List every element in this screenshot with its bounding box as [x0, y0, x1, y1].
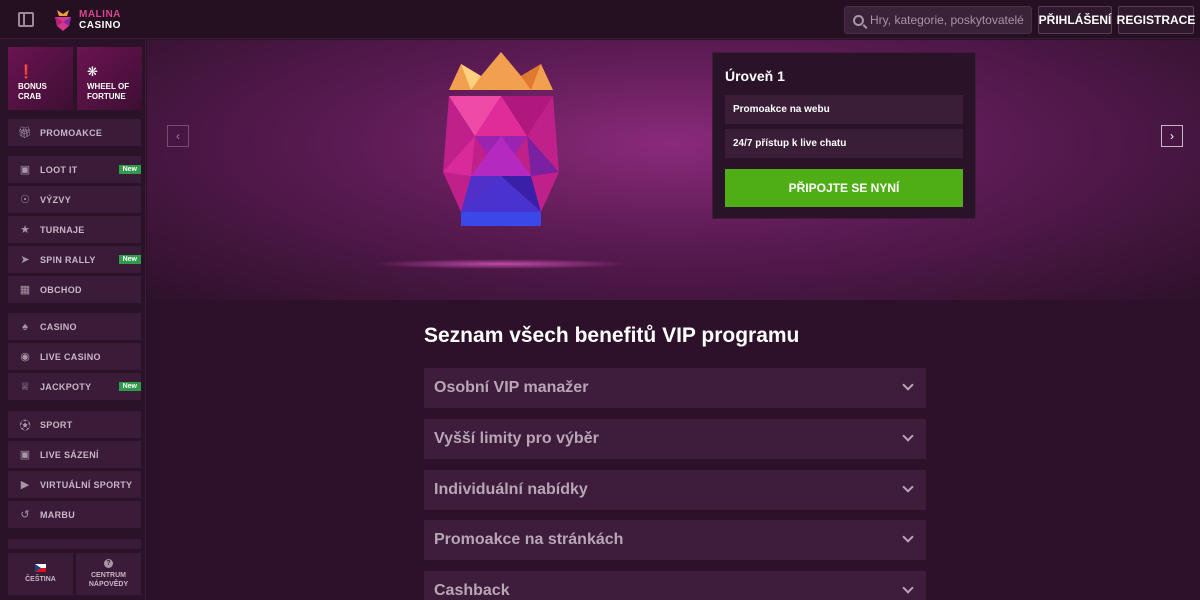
sidebar-item-jackpoty[interactable]: ♕ JACKPOTY New [8, 373, 141, 400]
accordion-item[interactable]: Promoakce na stránkách [424, 520, 926, 560]
accordion-item[interactable]: Cashback [424, 571, 926, 600]
new-badge: New [118, 255, 141, 264]
chevron-down-icon [902, 582, 914, 594]
level-title: Úroveň 1 [725, 68, 785, 84]
sidebar-item-marbu[interactable]: ↺ MARBU [8, 501, 141, 528]
sidebar-item-label: VÝZVY [40, 194, 72, 205]
carousel-next-button[interactable]: › [1161, 125, 1183, 147]
tile-bonus-crab[interactable]: ❗ BONUS CRAB [8, 47, 73, 110]
chevron-down-icon [902, 430, 914, 442]
sidebar: ❗ BONUS CRAB ❋ WHEEL OF FORTUNE 🎁︎ PROMO… [0, 39, 146, 600]
sidebar-item-live-sazeni[interactable]: ▣ LIVE SÁZENÍ [8, 441, 141, 468]
live-icon: ▣ [19, 449, 31, 461]
logo[interactable]: MALINA CASINO [52, 7, 121, 33]
virtual-icon: ▶ [20, 479, 30, 491]
sidebar-item-loot-it[interactable]: ▣ LOOT IT New [8, 156, 141, 183]
tile-label: WHEEL OF FORTUNE [87, 82, 130, 101]
chest-icon: ▣ [19, 164, 31, 176]
search-icon [853, 14, 864, 26]
accordion-item[interactable]: Osobní VIP manažer [424, 368, 926, 408]
sidebar-item-casino[interactable]: ♠ CASINO [8, 313, 141, 340]
accordion-label: Promoakce na stránkách [434, 531, 624, 548]
sidebar-item-obchod[interactable]: ▦ OBCHOD [8, 276, 141, 303]
wheel-icon: ❋ [87, 64, 98, 79]
chip-icon: ◉ [20, 351, 30, 363]
sidebar-item-label: CASINO [40, 321, 77, 332]
accordion-label: Vyšší limity pro výběr [434, 430, 599, 447]
chevron-down-icon [902, 531, 914, 543]
sidebar-item-label: LIVE CASINO [40, 351, 101, 362]
help-label: CENTRUM NÁPOVĚDY [88, 572, 129, 588]
logo-text-casino: CASINO [79, 20, 121, 31]
medal-icon: ☉ [20, 194, 30, 206]
ball-icon: ⚽︎ [19, 419, 31, 432]
shop-icon: ▦ [19, 284, 31, 296]
level-card: Úroveň 1 Promoakce na webu 24/7 přístup … [712, 52, 976, 219]
accordion-item[interactable]: Individuální nabídky [424, 470, 926, 510]
help-icon: ? [104, 559, 113, 568]
language-button[interactable]: ČEŠTINA [8, 553, 73, 595]
gift-icon: 🎁︎ [18, 127, 32, 139]
sidebar-item-vyzvy[interactable]: ☉ VÝZVY [8, 186, 141, 213]
join-now-button[interactable]: PŘIPOJTE SE NYNÍ [725, 169, 963, 207]
sidebar-item-label: VIRTUÁLNÍ SPORTY [40, 479, 133, 490]
sidebar-toggle-icon[interactable] [18, 12, 34, 27]
sidebar-item-promoakce[interactable]: 🎁︎ PROMOAKCE [8, 119, 141, 146]
chevron-down-icon [902, 379, 914, 391]
sidebar-item-label: MARBU [40, 509, 75, 520]
login-button[interactable]: PŘIHLÁŠENÍ [1038, 6, 1112, 34]
trophy-icon: ★ [20, 224, 30, 236]
sidebar-item-partial[interactable] [8, 539, 141, 549]
hero-glow [372, 259, 632, 269]
register-button[interactable]: REGISTRACE [1117, 6, 1195, 34]
search-box[interactable] [844, 6, 1032, 34]
czech-flag-icon [35, 564, 46, 572]
tile-wheel-of-fortune[interactable]: ❋ WHEEL OF FORTUNE [77, 47, 142, 110]
sidebar-item-live-casino[interactable]: ◉ LIVE CASINO [8, 343, 141, 370]
level-benefit: 24/7 přístup k live chatu [725, 129, 963, 158]
raspberry-logo-icon [55, 10, 71, 31]
sidebar-item-sport[interactable]: ⚽︎ SPORT [8, 411, 141, 438]
level-benefit: Promoakce na webu [725, 95, 963, 124]
sidebar-item-label: JACKPOTY [40, 381, 92, 392]
accordion-label: Osobní VIP manažer [434, 379, 589, 396]
benefits-title: Seznam všech benefitů VIP programu [424, 324, 800, 347]
new-badge: New [118, 382, 141, 391]
main-content: ‹ › Úroveň 1 Promoakce na webu 24/7 přís… [147, 40, 1200, 600]
top-bar: MALINA CASINO PŘIHLÁŠENÍ REGISTRACE [0, 0, 1200, 39]
accordion-label: Cashback [434, 582, 510, 599]
chevron-down-icon [902, 481, 914, 493]
accordion-label: Individuální nabídky [434, 481, 588, 498]
sidebar-item-label: SPIN RALLY [40, 254, 96, 265]
sidebar-tiles: ❗ BONUS CRAB ❋ WHEEL OF FORTUNE [8, 47, 142, 110]
help-center-button[interactable]: ? CENTRUM NÁPOVĚDY [76, 553, 141, 595]
cards-icon: ♠ [22, 320, 28, 333]
sidebar-item-label: PROMOAKCE [40, 127, 103, 138]
search-input[interactable] [870, 13, 1030, 27]
sidebar-bottom: ČEŠTINA ? CENTRUM NÁPOVĚDY [8, 553, 141, 595]
crown-icon: ♕ [20, 381, 30, 393]
sidebar-item-turnaje[interactable]: ★ TURNAJE [8, 216, 141, 243]
sidebar-item-label: SPORT [40, 419, 73, 430]
new-badge: New [118, 165, 141, 174]
chevron-left-icon: ‹ [176, 129, 180, 143]
sidebar-item-label: LIVE SÁZENÍ [40, 449, 99, 460]
sidebar-item-label: OBCHOD [40, 284, 82, 295]
tile-label: BONUS CRAB [18, 82, 47, 101]
carousel-prev-button[interactable]: ‹ [167, 125, 189, 147]
logo-text-malina: MALINA [79, 9, 121, 20]
language-label: ČEŠTINA [25, 576, 56, 583]
crab-claw-icon: ❗ [18, 64, 35, 79]
racer-icon: ➤ [20, 254, 30, 266]
sidebar-item-label: LOOT IT [40, 164, 78, 175]
raspberry-gem-icon [443, 52, 559, 226]
marbu-icon: ↺ [20, 509, 30, 521]
hero-banner: ‹ › Úroveň 1 Promoakce na webu 24/7 přís… [147, 40, 1200, 300]
sidebar-item-label: TURNAJE [40, 224, 85, 235]
accordion-item[interactable]: Vyšší limity pro výběr [424, 419, 926, 459]
sidebar-item-spin-rally[interactable]: ➤ SPIN RALLY New [8, 246, 141, 273]
chevron-right-icon: › [1170, 129, 1174, 143]
sidebar-item-virtualni-sporty[interactable]: ▶ VIRTUÁLNÍ SPORTY [8, 471, 141, 498]
